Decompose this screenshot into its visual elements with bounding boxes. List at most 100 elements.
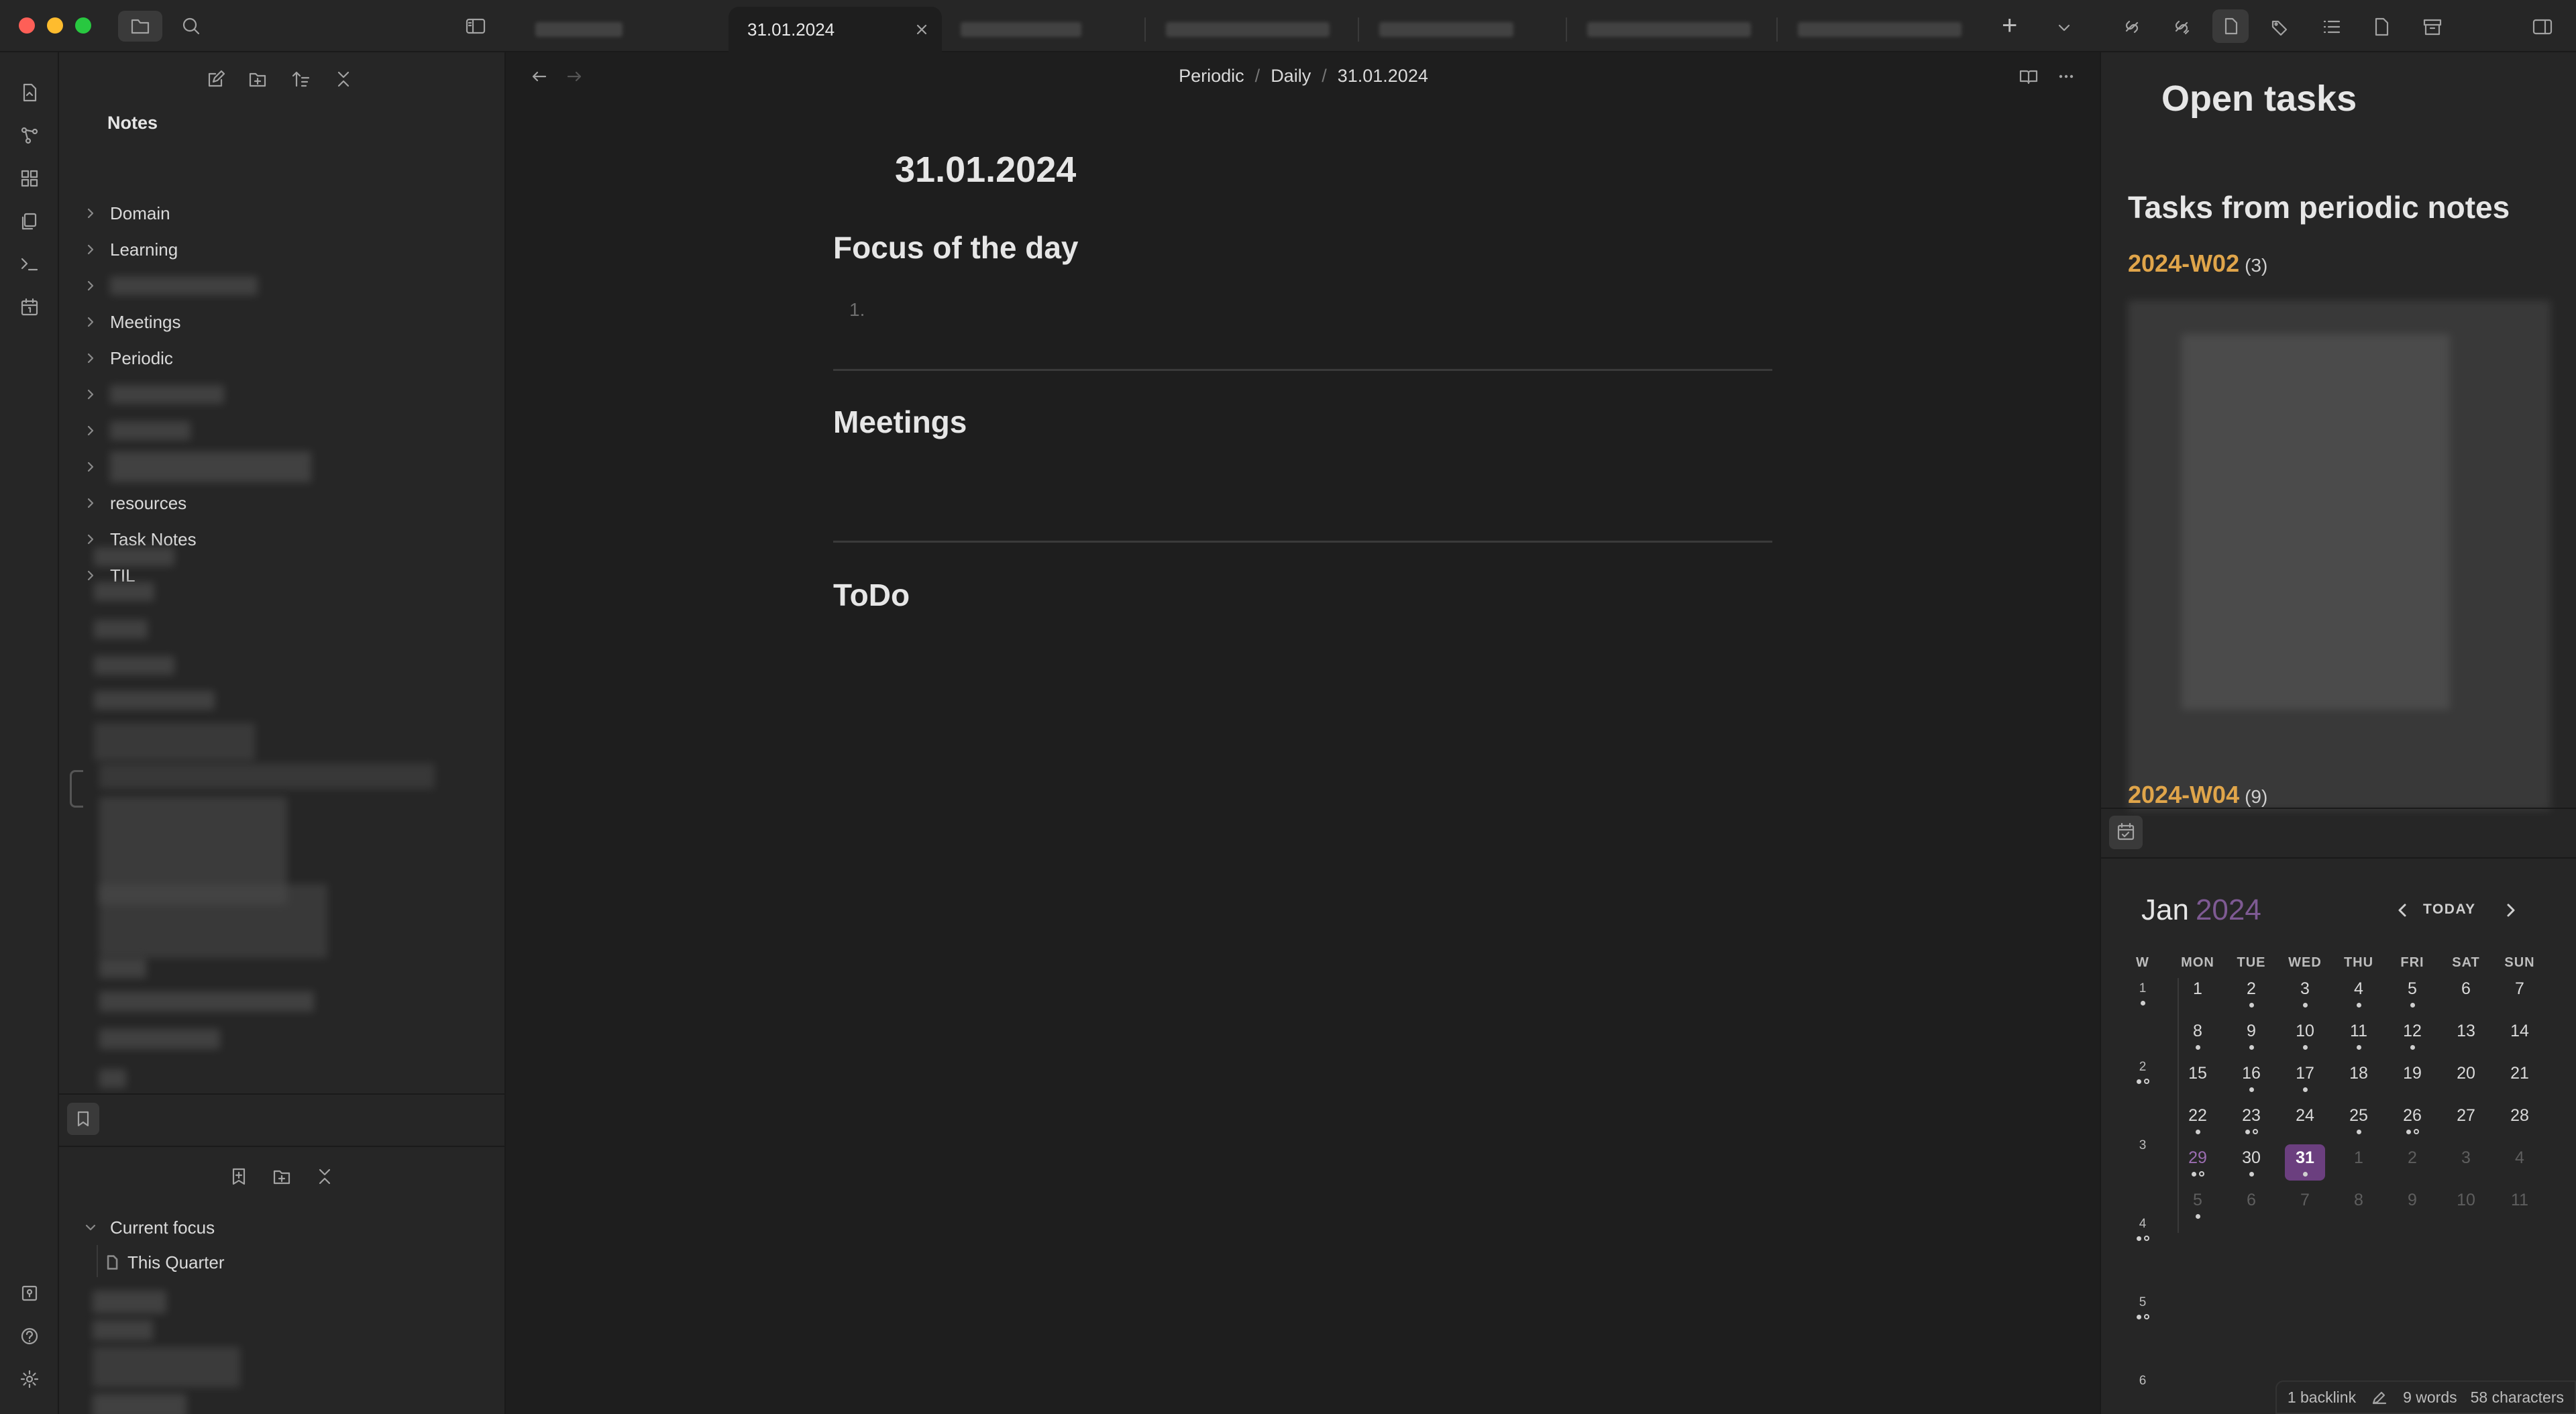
calendar-day[interactable]: 3 bbox=[2446, 1144, 2486, 1181]
more-options-icon[interactable] bbox=[2053, 63, 2080, 90]
calendar-day[interactable]: 24 bbox=[2285, 1102, 2325, 1138]
calendar-day[interactable]: 9 bbox=[2392, 1187, 2432, 1223]
open-tasks-tab[interactable] bbox=[2212, 9, 2249, 43]
folder-item[interactable]: Learning bbox=[59, 232, 178, 267]
close-tab-icon[interactable] bbox=[914, 21, 930, 38]
week-number[interactable]: 2 bbox=[2129, 1054, 2156, 1090]
archive-icon[interactable] bbox=[2418, 12, 2447, 42]
canvas-icon[interactable] bbox=[16, 165, 43, 192]
tab-blurred-1[interactable] bbox=[517, 7, 718, 52]
minimize-window-button[interactable] bbox=[47, 17, 63, 34]
calendar-day[interactable]: 7 bbox=[2285, 1187, 2325, 1223]
calendar-day[interactable]: 8 bbox=[2339, 1187, 2379, 1223]
calendar-day[interactable]: 31 bbox=[2285, 1144, 2325, 1181]
outline-icon[interactable] bbox=[2317, 12, 2347, 42]
calendar-day[interactable]: 23 bbox=[2231, 1102, 2271, 1138]
week-number[interactable]: 3 bbox=[2129, 1132, 2156, 1168]
tab-blurred-4[interactable] bbox=[1360, 7, 1562, 52]
reading-view-icon[interactable] bbox=[2015, 63, 2042, 90]
graph-view-icon[interactable] bbox=[16, 122, 43, 149]
breadcrumb-daily[interactable]: Daily bbox=[1271, 66, 1311, 87]
today-button[interactable]: TODAY bbox=[2423, 902, 2476, 918]
links-outgoing-icon[interactable] bbox=[2117, 12, 2147, 42]
right-sidebar-toggle-icon[interactable] bbox=[2528, 12, 2557, 42]
file-explorer-toggle[interactable] bbox=[118, 11, 162, 42]
collapse-bookmarks-icon[interactable] bbox=[311, 1163, 338, 1190]
folder-item[interactable]: Meetings bbox=[59, 305, 181, 339]
tab-blurred-6[interactable] bbox=[1779, 7, 1980, 52]
next-month-icon[interactable] bbox=[2500, 899, 2522, 922]
heading-todo[interactable]: ToDo bbox=[833, 577, 910, 613]
calendar-day[interactable]: 11 bbox=[2339, 1018, 2379, 1054]
task-group-w02[interactable]: 2024-W02 (3) bbox=[2128, 250, 2267, 278]
calendar-day[interactable]: 2 bbox=[2392, 1144, 2432, 1181]
calendar-day[interactable]: 11 bbox=[2500, 1187, 2540, 1223]
tab-blurred-5[interactable] bbox=[1568, 7, 1770, 52]
new-bookmark-group-icon[interactable] bbox=[268, 1163, 295, 1190]
week-number[interactable]: 5 bbox=[2129, 1289, 2156, 1325]
tab-list-icon[interactable] bbox=[2054, 17, 2074, 38]
calendar-day[interactable]: 6 bbox=[2446, 975, 2486, 1012]
calendar-day[interactable]: 1 bbox=[2178, 975, 2218, 1012]
folder-item[interactable] bbox=[59, 413, 191, 448]
calendar-day[interactable]: 13 bbox=[2446, 1018, 2486, 1054]
close-window-button[interactable] bbox=[19, 17, 35, 34]
calendar-day[interactable]: 4 bbox=[2500, 1144, 2540, 1181]
calendar-day[interactable]: 22 bbox=[2178, 1102, 2218, 1138]
calendar-day[interactable]: 21 bbox=[2500, 1060, 2540, 1096]
terminal-icon[interactable] bbox=[16, 251, 43, 278]
new-tab-button[interactable]: + bbox=[2002, 12, 2017, 39]
folder-item[interactable]: resources bbox=[59, 486, 186, 521]
calendar-tab[interactable] bbox=[2109, 816, 2143, 849]
folder-item[interactable] bbox=[59, 377, 224, 412]
bookmark-group-current-focus[interactable]: Current focus bbox=[59, 1210, 215, 1245]
calendar-day[interactable]: 18 bbox=[2339, 1060, 2379, 1096]
calendar-day[interactable]: 8 bbox=[2178, 1018, 2218, 1054]
heading-focus[interactable]: Focus of the day bbox=[833, 229, 1078, 266]
calendar-day[interactable]: 26 bbox=[2392, 1102, 2432, 1138]
tab-blurred-3[interactable] bbox=[1147, 7, 1348, 52]
vault-icon[interactable] bbox=[16, 1280, 43, 1307]
sort-icon[interactable] bbox=[287, 66, 314, 93]
bookmarks-tab[interactable] bbox=[67, 1103, 99, 1135]
calendar-day[interactable]: 5 bbox=[2178, 1187, 2218, 1223]
calendar-day[interactable]: 20 bbox=[2446, 1060, 2486, 1096]
calendar-day[interactable]: 27 bbox=[2446, 1102, 2486, 1138]
calendar-day[interactable]: 6 bbox=[2231, 1187, 2271, 1223]
new-folder-icon[interactable] bbox=[244, 66, 271, 93]
folder-item[interactable]: Periodic bbox=[59, 341, 173, 376]
zoom-window-button[interactable] bbox=[75, 17, 91, 34]
calendar-day[interactable]: 2 bbox=[2231, 975, 2271, 1012]
help-icon[interactable] bbox=[16, 1323, 43, 1350]
tab-active[interactable]: 31.01.2024 bbox=[729, 7, 942, 52]
note-icon[interactable] bbox=[2367, 12, 2396, 42]
calendar-day[interactable]: 5 bbox=[2392, 975, 2432, 1012]
tags-icon[interactable] bbox=[2266, 12, 2296, 42]
calendar-day[interactable]: 14 bbox=[2500, 1018, 2540, 1054]
calendar-day[interactable]: 7 bbox=[2500, 975, 2540, 1012]
previous-month-icon[interactable] bbox=[2391, 899, 2414, 922]
folder-item[interactable]: Domain bbox=[59, 196, 170, 231]
copy-icon[interactable] bbox=[16, 208, 43, 235]
calendar-day[interactable]: 17 bbox=[2285, 1060, 2325, 1096]
calendar-day[interactable]: 28 bbox=[2500, 1102, 2540, 1138]
search-button[interactable] bbox=[176, 11, 207, 42]
calendar-day[interactable]: 16 bbox=[2231, 1060, 2271, 1096]
calendar-day[interactable]: 4 bbox=[2339, 975, 2379, 1012]
calendar-day[interactable]: 19 bbox=[2392, 1060, 2432, 1096]
ordered-list-marker[interactable]: 1. bbox=[849, 299, 865, 321]
settings-gear-icon[interactable] bbox=[16, 1366, 43, 1393]
note-title[interactable]: 31.01.2024 bbox=[895, 149, 1076, 191]
calendar-day[interactable]: 25 bbox=[2339, 1102, 2379, 1138]
calendar-day[interactable]: 1 bbox=[2339, 1144, 2379, 1181]
folder-item[interactable] bbox=[59, 268, 258, 303]
calendar-day[interactable]: 10 bbox=[2446, 1187, 2486, 1223]
left-sidebar-toggle[interactable] bbox=[460, 11, 491, 42]
backlinks-icon[interactable] bbox=[2167, 12, 2196, 42]
calendar-day[interactable]: 12 bbox=[2392, 1018, 2432, 1054]
add-bookmark-icon[interactable] bbox=[225, 1163, 252, 1190]
calendar-day[interactable]: 29 bbox=[2178, 1144, 2218, 1181]
task-group-w04[interactable]: 2024-W04 (9) bbox=[2128, 781, 2267, 809]
backlink-count[interactable]: 1 backlink bbox=[2288, 1389, 2356, 1407]
calendar-day[interactable]: 30 bbox=[2231, 1144, 2271, 1181]
